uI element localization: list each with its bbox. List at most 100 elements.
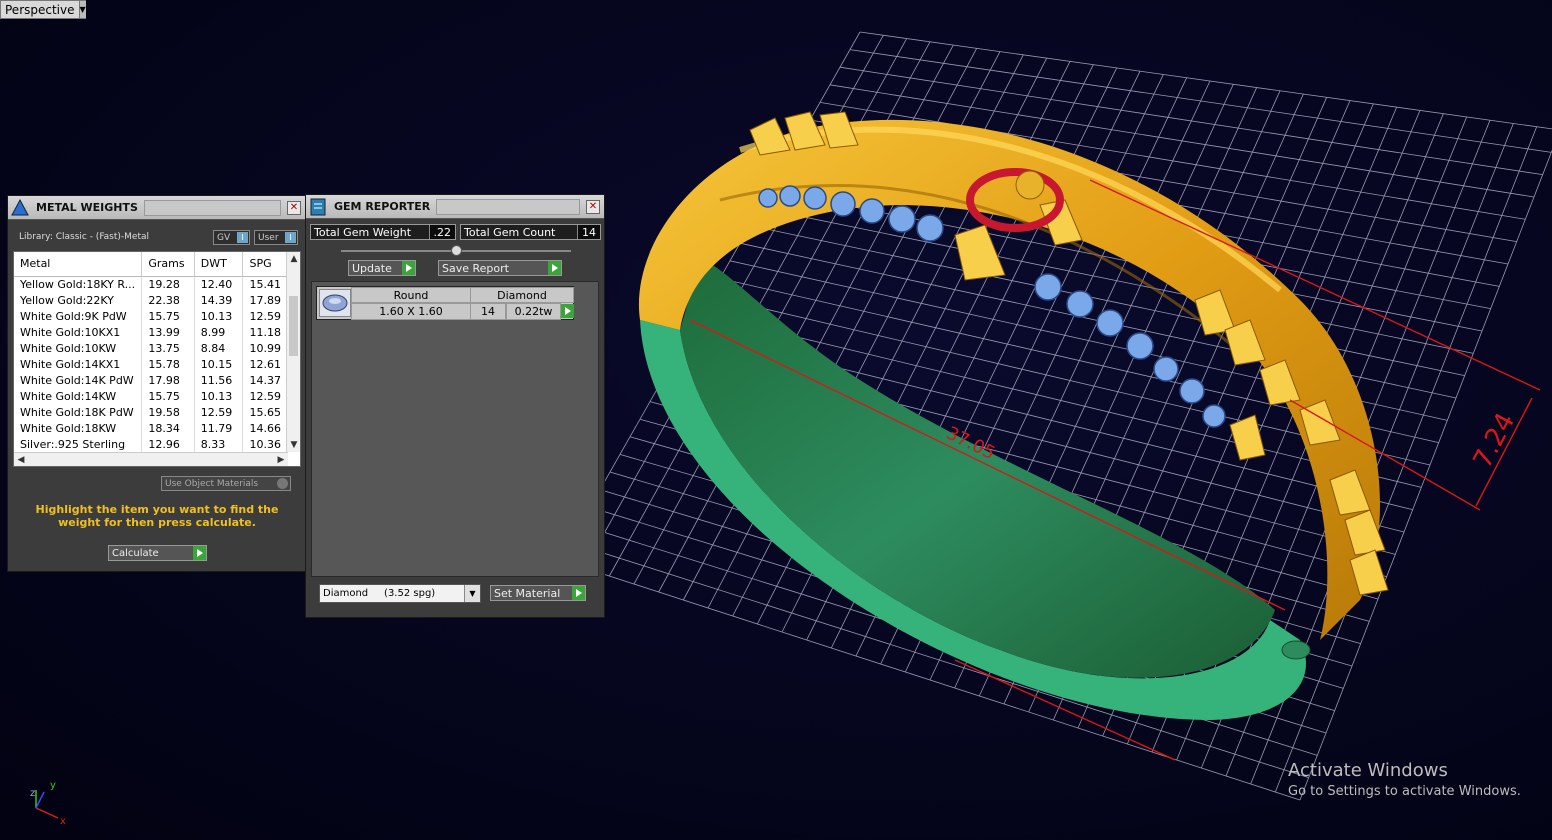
table-cell: 8.99 — [194, 324, 244, 340]
total-gem-count-field: Total Gem Count 14 — [460, 224, 601, 240]
table-cell: 12.59 — [194, 404, 244, 420]
table-cell: White Gold:9K PdW — [14, 308, 143, 324]
table-row[interactable]: White Gold:10KX1 13.99 8.99 11.18 — [14, 324, 288, 340]
table-row[interactable]: White Gold:14K PdW 17.98 11.56 14.37 — [14, 372, 288, 388]
table-row[interactable]: White Gold:18KW 18.34 11.79 14.66 — [14, 420, 288, 436]
viewport-mode-label: Perspective — [5, 2, 75, 17]
axis-x-label: x — [60, 816, 66, 826]
table-cell: 10.36 — [242, 436, 288, 452]
use-object-materials-toggle[interactable]: Use Object Materials — [161, 476, 291, 491]
table-cell: White Gold:14KW — [14, 388, 143, 404]
gv-toggle-label: GV — [217, 232, 231, 243]
chevron-down-icon[interactable]: ▼ — [78, 1, 86, 18]
table-cell: 15.65 — [242, 404, 288, 420]
column-header[interactable]: Grams — [141, 252, 195, 277]
table-row[interactable]: White Gold:18K PdW 19.58 12.59 15.65 — [14, 404, 288, 420]
table-cell: White Gold:10KX1 — [14, 324, 143, 340]
table-cell: White Gold:10KW — [14, 340, 143, 356]
calculate-button[interactable]: Calculate — [108, 545, 207, 561]
table-row[interactable]: Yellow Gold:18KY R... 19.28 12.40 15.41 — [14, 276, 288, 292]
gv-toggle[interactable]: GV I — [213, 230, 250, 245]
chevron-down-icon[interactable]: ▼ — [464, 585, 480, 602]
dimension-label-height: 7.24 — [1468, 408, 1522, 473]
gem-count: 14 — [470, 303, 506, 320]
scroll-down-icon[interactable]: ▼ — [287, 438, 300, 452]
table-cell: 11.79 — [194, 420, 244, 436]
gem-reporter-titlebar[interactable]: GEM REPORTER ✕ — [306, 195, 604, 219]
gem-row[interactable]: Round Diamond 1.60 X 1.60 14 0.22tw — [316, 286, 574, 320]
column-header[interactable]: SPG — [242, 252, 288, 277]
gem-list: Round Diamond 1.60 X 1.60 14 0.22tw — [311, 281, 599, 577]
table-cell: 10.15 — [194, 356, 244, 372]
metal-weights-title: METAL WEIGHTS — [36, 201, 138, 214]
total-gem-count-label: Total Gem Count — [464, 225, 556, 239]
play-icon — [548, 261, 561, 275]
viewport-mode-dropdown[interactable]: Perspective ▼ — [0, 0, 86, 19]
close-icon[interactable]: ✕ — [287, 200, 301, 215]
table-cell: 15.78 — [141, 356, 195, 372]
report-icon — [306, 195, 330, 219]
table-row[interactable]: White Gold:10KW 13.75 8.84 10.99 — [14, 340, 288, 356]
update-label: Update — [352, 261, 392, 275]
gem-slider[interactable] — [341, 245, 571, 256]
set-material-label: Set Material — [494, 586, 561, 600]
table-cell: 12.59 — [242, 388, 288, 404]
table-cell: 8.33 — [194, 436, 244, 452]
vertical-scrollbar[interactable]: ▲ ▼ — [286, 252, 300, 452]
total-gem-weight-field: Total Gem Weight .22 — [310, 224, 456, 240]
table-row[interactable]: Silver:.925 Sterling 12.96 8.33 10.36 — [14, 436, 288, 452]
table-cell: 22.38 — [141, 292, 195, 308]
table-cell: 18.34 — [141, 420, 195, 436]
table-cell: 14.66 — [242, 420, 288, 436]
column-header[interactable]: Metal — [14, 252, 143, 277]
table-cell: 12.40 — [194, 276, 244, 292]
total-gem-count-value: 14 — [577, 225, 600, 239]
column-header[interactable]: DWT — [194, 252, 244, 277]
table-cell: Yellow Gold:22KY — [14, 292, 143, 308]
metals-table[interactable]: Metal Grams DWT SPG Yellow Gold:18KY R... 19… — [13, 251, 301, 467]
table-cell: 17.89 — [242, 292, 288, 308]
table-row[interactable]: Yellow Gold:22KY 22.38 14.39 17.89 — [14, 292, 288, 308]
table-row[interactable]: White Gold:9K PdW 15.75 10.13 12.59 — [14, 308, 288, 324]
table-row[interactable]: White Gold:14KX1 15.78 10.15 12.61 — [14, 356, 288, 372]
library-label: Library: Classic - (Fast)-Metal — [19, 232, 150, 242]
table-cell: 10.13 — [194, 388, 244, 404]
table-cell: White Gold:18KW — [14, 420, 143, 436]
table-cell: 10.13 — [194, 308, 244, 324]
bangle-model — [638, 111, 1389, 720]
instruction-text: Highlight the item you want to find the … — [35, 503, 279, 529]
save-report-button[interactable]: Save Report — [438, 260, 562, 276]
metal-weights-titlebar[interactable]: METAL WEIGHTS ✕ — [8, 196, 305, 220]
scroll-up-icon[interactable]: ▲ — [287, 252, 300, 266]
calculate-label: Calculate — [112, 547, 159, 559]
table-row[interactable]: White Gold:14KW 15.75 10.13 12.59 — [14, 388, 288, 404]
axis-y-label: y — [50, 780, 56, 791]
material-select-value: Diamond (3.52 spg) — [323, 588, 436, 599]
play-icon[interactable] — [561, 304, 574, 318]
play-icon — [572, 586, 585, 600]
table-cell: 11.18 — [242, 324, 288, 340]
slider-handle[interactable] — [451, 245, 462, 256]
table-cell: 19.28 — [141, 276, 195, 292]
gem-shape: Round — [351, 287, 471, 303]
use-object-materials-label: Use Object Materials — [165, 478, 259, 489]
table-cell: 12.59 — [242, 308, 288, 324]
scale-icon — [8, 196, 32, 220]
update-button[interactable]: Update — [348, 260, 416, 276]
scroll-left-icon[interactable]: ◀ — [14, 453, 28, 466]
horizontal-scrollbar[interactable]: ◀ ▶ — [14, 452, 288, 466]
table-cell: 14.37 — [242, 372, 288, 388]
table-cell: White Gold:14KX1 — [14, 356, 143, 372]
close-icon[interactable]: ✕ — [586, 199, 600, 214]
gem-type: Diamond — [470, 287, 574, 303]
scroll-right-icon[interactable]: ▶ — [274, 453, 288, 466]
activation-watermark: Activate Windows Go to Settings to activ… — [1288, 760, 1521, 799]
table-cell: Yellow Gold:18KY R... — [14, 276, 143, 292]
axis-z-label: z — [30, 788, 35, 799]
set-material-button[interactable]: Set Material — [490, 585, 586, 601]
total-gem-weight-value: .22 — [428, 225, 455, 239]
user-toggle[interactable]: User I — [254, 230, 298, 245]
table-cell: 10.99 — [242, 340, 288, 356]
play-icon — [193, 546, 206, 560]
material-select[interactable]: Diamond (3.52 spg) ▼ — [319, 584, 481, 603]
